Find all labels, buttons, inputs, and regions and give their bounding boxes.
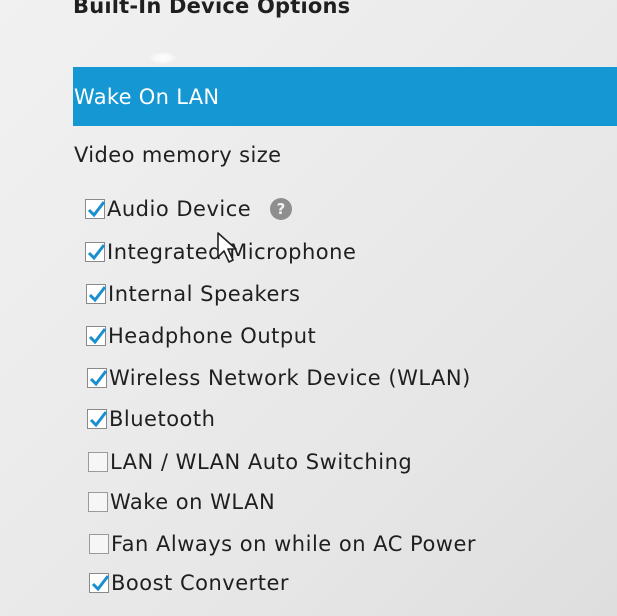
mouse-pointer-icon [217, 232, 237, 263]
wlan-device-label: Wireless Network Device (WLAN) [109, 366, 471, 390]
checkbox-box[interactable] [86, 326, 107, 346]
wake-on-wlan-checkbox[interactable]: Wake on WLAN [88, 490, 275, 514]
internal-speakers-checkbox[interactable]: Internal Speakers [86, 282, 300, 306]
bluetooth-checkbox[interactable]: Bluetooth [87, 407, 215, 431]
question-mark-icon[interactable]: ? [270, 198, 293, 220]
lan-wlan-auto-switching-label: LAN / WLAN Auto Switching [110, 450, 413, 474]
checkmark-icon [87, 201, 106, 218]
checkbox-box[interactable] [87, 409, 108, 429]
checkmark-icon [88, 286, 107, 303]
checkbox-box[interactable] [89, 534, 109, 554]
fan-always-on-label: Fan Always on while on AC Power [111, 532, 477, 556]
audio-device-checkbox[interactable]: Audio Device ? [85, 197, 293, 221]
headphone-output-checkbox[interactable]: Headphone Output [86, 324, 316, 348]
audio-device-label: Audio Device [107, 197, 252, 221]
boost-converter-checkbox[interactable]: Boost Converter [89, 571, 289, 595]
lan-wlan-auto-switching-checkbox[interactable]: LAN / WLAN Auto Switching [88, 450, 412, 474]
checkmark-icon [88, 328, 107, 345]
video-memory-size-option[interactable]: Video memory size [74, 143, 281, 167]
checkmark-icon [91, 575, 110, 592]
fan-always-on-checkbox[interactable]: Fan Always on while on AC Power [89, 532, 476, 556]
headphone-output-label: Headphone Output [108, 324, 317, 348]
checkmark-icon [89, 370, 108, 387]
wake-on-lan-option[interactable]: Wake On LAN [73, 67, 617, 126]
internal-speakers-label: Internal Speakers [108, 282, 301, 306]
checkbox-box[interactable] [89, 573, 110, 593]
checkmark-icon [87, 244, 106, 261]
wake-on-wlan-label: Wake on WLAN [110, 490, 276, 514]
wake-on-lan-label: Wake On LAN [74, 84, 220, 109]
bluetooth-label: Bluetooth [109, 407, 216, 431]
checkbox-box[interactable] [85, 242, 106, 262]
checkbox-box[interactable] [88, 452, 108, 472]
checkbox-box[interactable] [87, 368, 108, 388]
page-title: Built-In Device Options [73, 0, 351, 18]
wlan-device-checkbox[interactable]: Wireless Network Device (WLAN) [87, 366, 471, 390]
checkmark-icon [89, 411, 108, 428]
checkbox-box[interactable] [86, 284, 107, 304]
checkbox-box[interactable] [88, 492, 108, 512]
checkbox-box[interactable] [85, 199, 106, 219]
boost-converter-label: Boost Converter [111, 571, 290, 595]
screen-glare [150, 52, 176, 64]
